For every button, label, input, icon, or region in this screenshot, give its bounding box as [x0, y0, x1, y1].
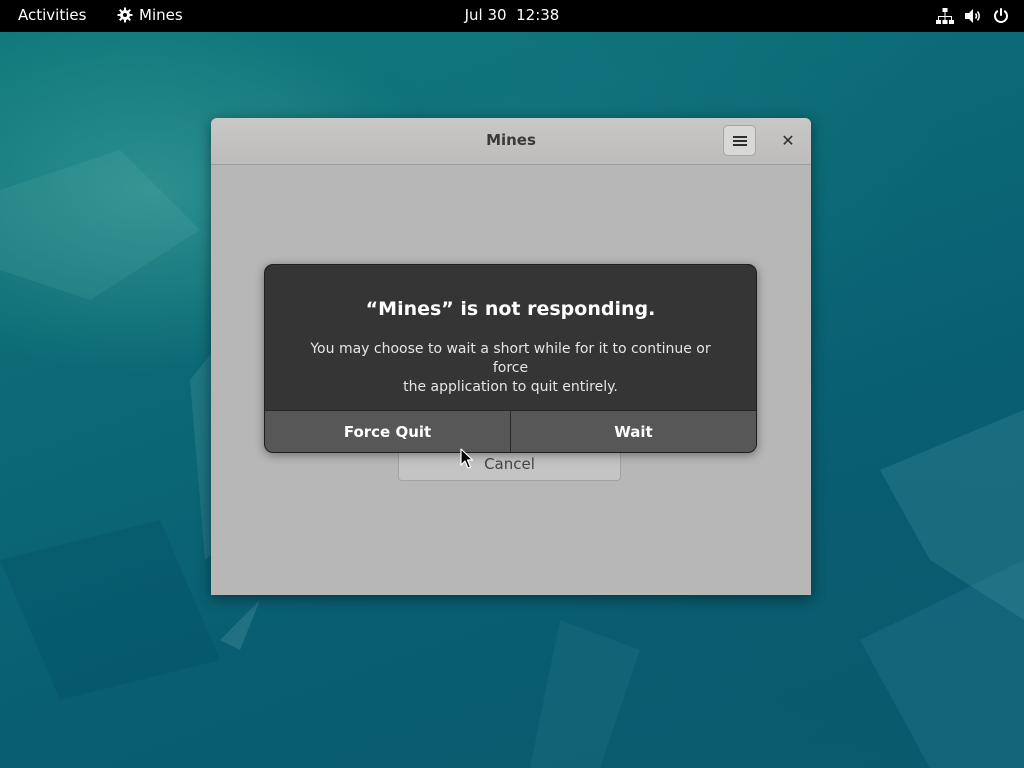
app-menu-label: Mines — [139, 6, 183, 24]
dialog-title: “Mines” is not responding. — [365, 298, 656, 320]
dialog-actions: Force Quit Wait — [265, 410, 756, 452]
clock-date: Jul 30 — [464, 6, 507, 24]
volume-icon — [965, 9, 980, 23]
not-responding-dialog: “Mines” is not responding. You may choos… — [264, 264, 757, 453]
close-icon: ✕ — [781, 130, 795, 150]
window-header-bar[interactable]: Mines ✕ — [211, 118, 811, 165]
dialog-message-line-2: the application to quit entirely. — [403, 379, 618, 395]
hamburger-menu-icon — [732, 135, 747, 146]
activities-button[interactable]: Activities — [18, 6, 86, 24]
wait-button[interactable]: Wait — [511, 411, 756, 452]
clock-time: 12:38 — [516, 6, 560, 24]
window-title: Mines — [486, 131, 536, 149]
clock-button[interactable]: Jul 30 12:38 — [465, 6, 560, 24]
system-tray[interactable] — [936, 7, 1010, 25]
hamburger-menu-button[interactable] — [723, 125, 756, 156]
dialog-message: You may choose to wait a short while for… — [295, 340, 726, 397]
network-icon — [936, 8, 954, 24]
force-quit-button[interactable]: Force Quit — [265, 411, 511, 452]
window-close-button[interactable]: ✕ — [774, 126, 802, 154]
gear-icon — [117, 7, 133, 23]
app-menu-button[interactable]: Mines — [117, 6, 183, 24]
power-icon — [994, 8, 1008, 23]
mouse-pointer-icon — [460, 448, 474, 469]
top-bar: Activities Mines Jul 30 12:38 — [0, 0, 1024, 32]
dialog-message-line-1: You may choose to wait a short while for… — [310, 341, 711, 376]
